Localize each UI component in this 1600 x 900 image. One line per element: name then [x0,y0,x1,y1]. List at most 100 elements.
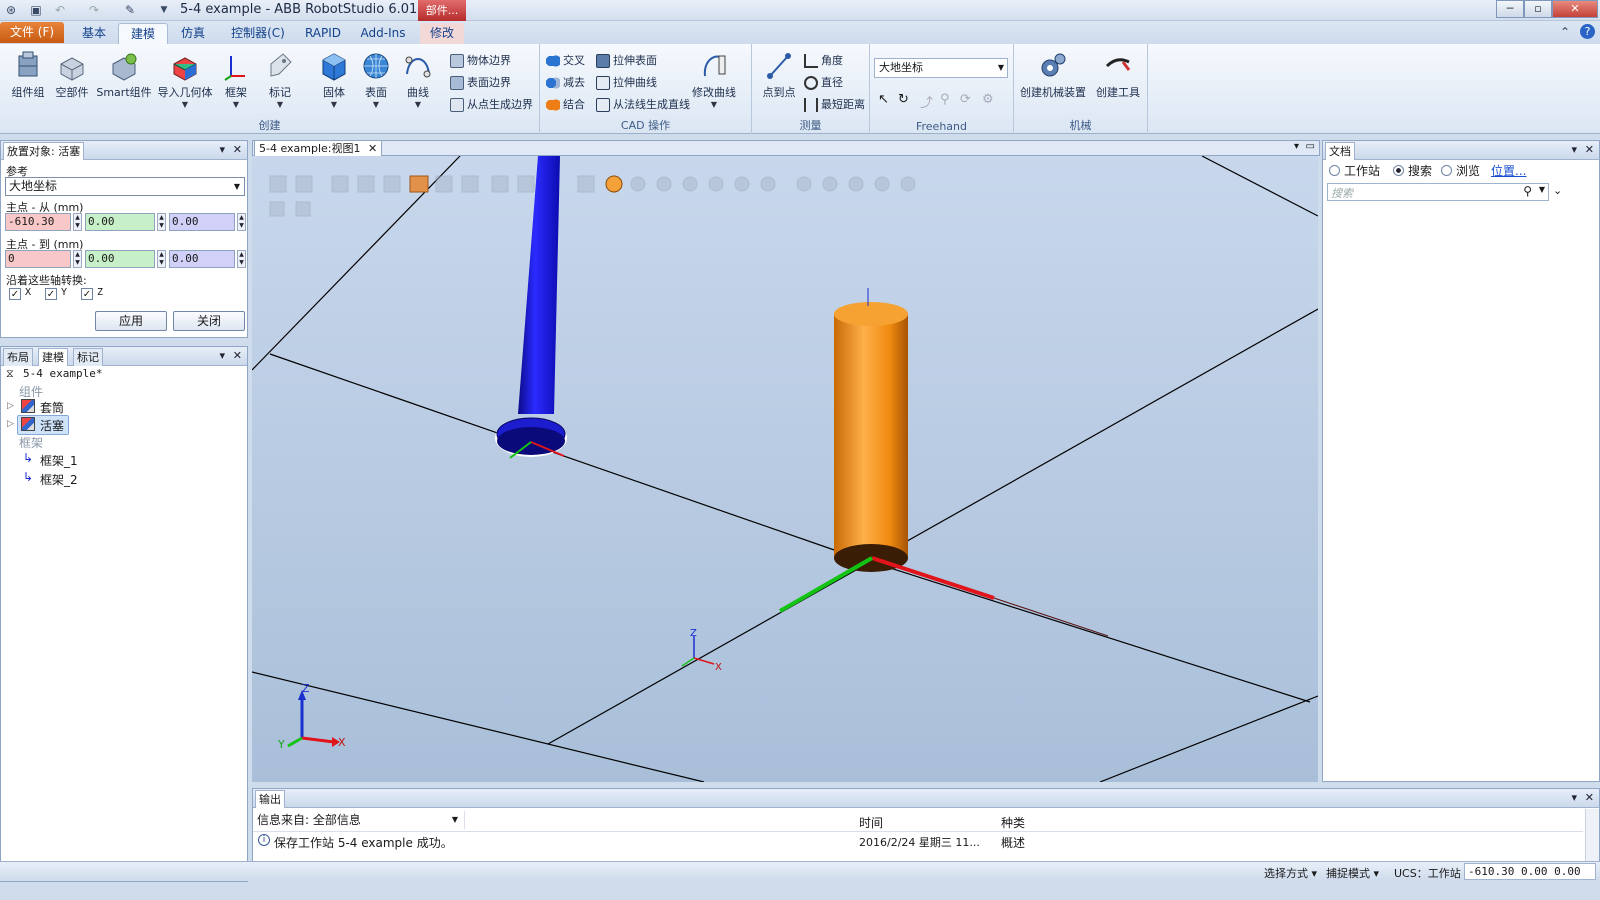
surface-border-button[interactable]: 表面边界 [450,74,511,92]
redo-icon[interactable]: ↷ [86,2,102,18]
empty-part-button[interactable]: 空部件 [50,50,94,100]
tab-basic[interactable]: 基本 [72,23,116,44]
freehand-rotate-icon[interactable]: ↻ [898,92,909,107]
to-x-field[interactable]: 0 [5,250,71,268]
tab-controller[interactable]: 控制器(C) [222,23,294,44]
tab-rapid[interactable]: RAPID [298,23,348,44]
to-z-spinner[interactable]: ▲ ▼ [237,250,246,268]
border-from-points-button[interactable]: 从点生成边界 [450,96,533,114]
from-z-field[interactable]: 0.00 [169,213,235,231]
min-distance-button[interactable]: 最短距离 [804,96,865,114]
frame-node-1[interactable]: 框架_1 [40,452,78,469]
component-group-button[interactable]: 组件组 [6,50,50,100]
close-window-button[interactable]: ✕ [1552,0,1598,18]
help-icon[interactable]: ? [1580,24,1595,39]
subtract-button[interactable]: 减去 [546,74,585,92]
intersect-button[interactable]: 交叉 [546,52,585,70]
component-piston[interactable]: 活塞 [40,417,64,434]
snap-mode-menu[interactable]: 捕捉模式 ▾ [1326,865,1379,881]
freehand-reference-select[interactable]: 大地坐标 ▼ [874,58,1008,78]
extrude-curve-button[interactable]: 拉伸曲线 [596,74,657,92]
modify-curve-button[interactable]: 修改曲线 ▼ [684,50,744,109]
location-link[interactable]: 位置... [1491,162,1526,179]
point-to-point-button[interactable]: 点到点 [756,50,802,100]
radio-station[interactable] [1329,165,1340,176]
frame-button[interactable]: 框架 ▼ [218,50,254,109]
freehand-multi-robot-icon[interactable]: ⚙ [982,92,994,107]
close-icon[interactable]: ✕ [233,349,242,363]
close-button[interactable]: 关闭 [173,311,245,331]
view-dropdown-icon[interactable]: ▾ [1294,141,1299,152]
document-search-input[interactable]: 搜索 ⚲ ▼ [1327,183,1549,201]
tab-modeling[interactable]: 建模 [118,23,168,44]
quick-access-dropdown-icon[interactable]: ▼ [156,2,172,18]
tab-modeling-tree[interactable]: 建模 [38,348,68,366]
radio-browse[interactable] [1441,165,1452,176]
frame-node-2[interactable]: 框架_2 [40,471,78,488]
component-sleeve[interactable]: 套筒 [40,399,64,416]
tag-button[interactable]: 标记 ▼ [262,50,298,109]
view-tab[interactable]: 5-4 example:视图1 ✕ [254,140,383,157]
pin-icon[interactable]: ▾ [219,349,225,363]
extrude-surface-button[interactable]: 拉伸表面 [596,52,657,70]
scene-canvas[interactable]: Z X Z X Y [252,156,1318,782]
to-y-field[interactable]: 0.00 [85,250,155,268]
undo-icon[interactable]: ↶ [52,2,68,18]
from-x-spinner[interactable]: ▲ ▼ [73,213,82,231]
radio-search[interactable] [1393,165,1404,176]
to-z-field[interactable]: 0.00 [169,250,235,268]
solid-button[interactable]: 固体 ▼ [314,50,354,109]
ribbon-collapse-icon[interactable]: ⌃ [1560,25,1570,39]
reference-select[interactable]: 大地坐标 ▼ [5,177,245,196]
pin-icon[interactable]: ▾ [219,143,225,157]
freehand-jog-linear-icon[interactable]: ⚲ [940,92,950,107]
to-x-spinner[interactable]: ▲ ▼ [73,250,82,268]
tab-file[interactable]: 文件 (F) [0,22,64,43]
expand-icon[interactable]: ▷ [7,401,14,411]
freehand-jog-joint-icon[interactable]: ⤴ [920,92,933,111]
selection-mode-menu[interactable]: 选择方式 ▾ [1264,865,1317,881]
union-button[interactable]: 结合 [546,96,585,114]
diameter-button[interactable]: 直径 [804,74,843,92]
from-y-spinner[interactable]: ▲ ▼ [157,213,166,231]
close-icon[interactable]: ✕ [1585,791,1594,805]
axis-y-checkbox[interactable]: ✓ [45,288,57,300]
minimize-button[interactable]: ─ [1496,0,1524,18]
tab-tags[interactable]: 标记 [73,348,103,366]
save-icon[interactable]: ▣ [28,2,44,18]
create-mechanism-button[interactable]: 创建机械装置 [1018,50,1088,100]
maximize-button[interactable]: ▫ [1524,0,1552,18]
tab-addins[interactable]: Add-Ins [354,23,412,44]
close-icon[interactable]: ✕ [233,143,242,157]
to-y-spinner[interactable]: ▲ ▼ [157,250,166,268]
curve-button[interactable]: 曲线 ▼ [398,50,438,109]
create-tool-button[interactable]: 创建工具 [1092,50,1144,100]
smart-component-button[interactable]: Smart组件 [96,50,152,100]
freehand-jog-reorient-icon[interactable]: ⟳ [960,92,971,107]
surface-button[interactable]: 表面 ▼ [356,50,396,109]
angle-button[interactable]: 角度 [804,52,843,70]
from-z-spinner[interactable]: ▲ ▼ [237,213,246,231]
from-x-field[interactable]: -610.30 [5,213,71,231]
tab-simulation[interactable]: 仿真 [170,23,216,44]
expand-icon[interactable]: ▷ [7,419,14,429]
column-category-header[interactable]: 种类 [1001,814,1025,831]
import-geometry-button[interactable]: 导入几何体 ▼ [156,50,214,109]
pin-icon[interactable]: ▾ [1571,143,1577,157]
context-tab-part[interactable]: 部件... [418,0,466,21]
tab-layout[interactable]: 布局 [3,348,33,366]
chevron-down-icon[interactable]: ▼ [1539,185,1545,194]
maximize-view-icon[interactable]: ▭ [1306,141,1315,152]
axis-x-checkbox[interactable]: ✓ [9,288,21,300]
freehand-select-icon[interactable]: ↖ [878,92,889,107]
close-icon[interactable]: ✕ [1585,143,1594,157]
close-icon[interactable]: ✕ [368,142,377,155]
apply-button[interactable]: 应用 [95,311,167,331]
search-icon[interactable]: ⚲ [1523,184,1532,198]
output-scrollbar[interactable] [1585,809,1599,861]
column-time-header[interactable]: 时间 [859,814,883,831]
body-border-button[interactable]: 物体边界 [450,52,511,70]
tab-modify[interactable]: 修改 [420,23,464,44]
customize-icon[interactable]: ✎ [122,2,138,18]
3d-viewport[interactable]: Z X Z X Y [252,156,1318,782]
